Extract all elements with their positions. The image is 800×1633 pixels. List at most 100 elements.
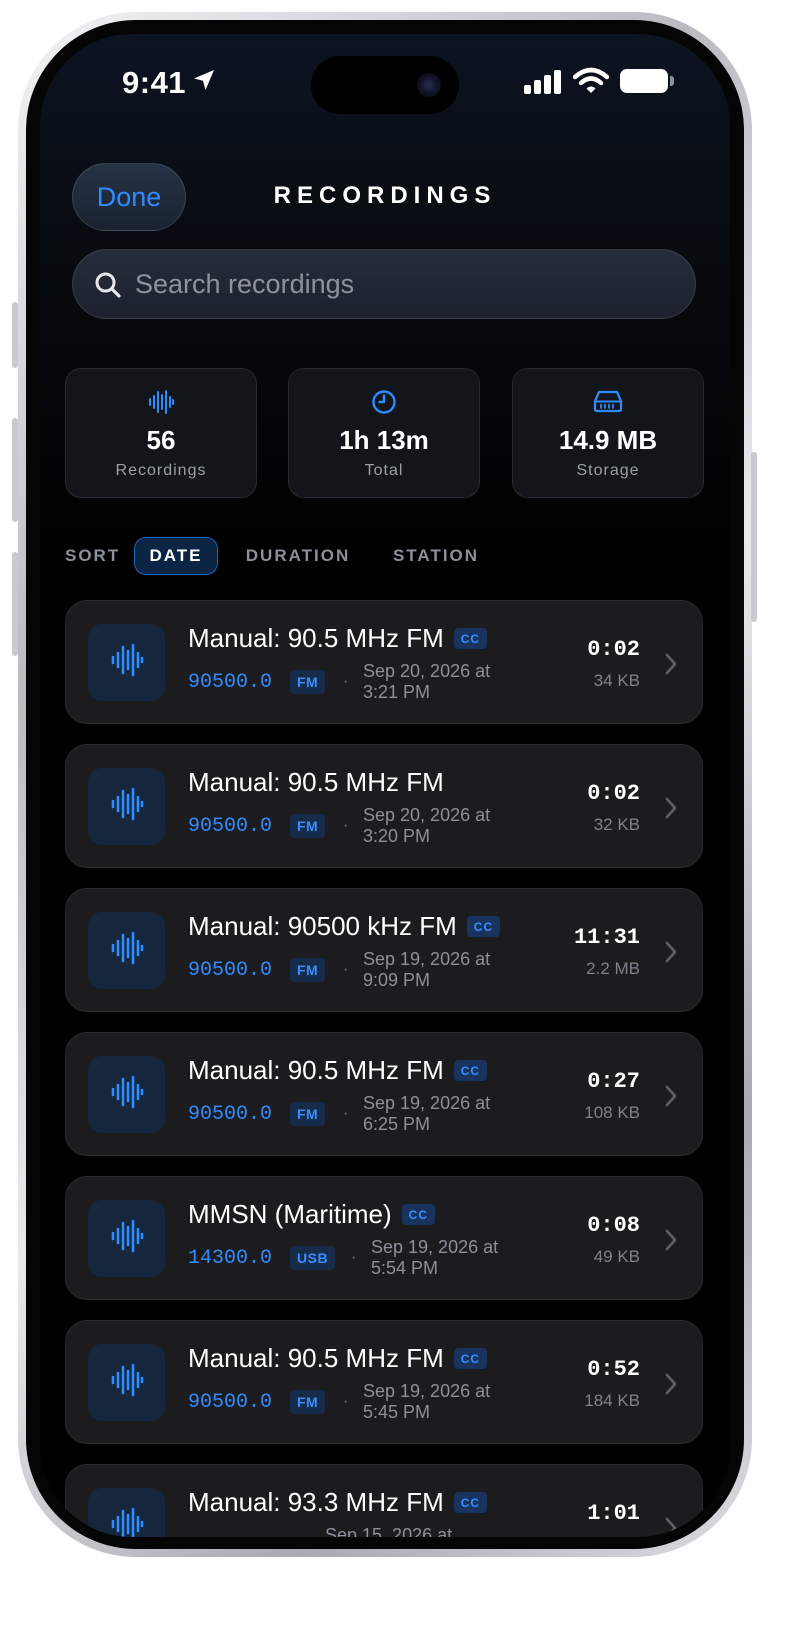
recording-title-line: Manual: 93.3 MHz FM CC bbox=[188, 1487, 488, 1518]
recording-time-line: 5:54 PM bbox=[371, 1258, 439, 1278]
cellular-signal-icon bbox=[524, 70, 561, 94]
sort-tab-date[interactable]: DATE bbox=[134, 537, 218, 575]
search-icon bbox=[95, 272, 121, 298]
recording-date-line: Sep 15, 2026 at bbox=[325, 1525, 453, 1537]
recording-title-line: Manual: 90.5 MHz FM CC bbox=[188, 1343, 488, 1374]
recording-date: Sep 20, 2026 at 3:21 PM bbox=[363, 661, 513, 703]
recording-frequency: 90500.0 bbox=[188, 671, 273, 694]
recording-size: 108 KB bbox=[584, 1103, 640, 1122]
recording-time-line: 3:21 PM bbox=[363, 682, 431, 702]
modulation-badge: FM bbox=[290, 814, 326, 838]
stat-label: Recordings bbox=[115, 462, 207, 479]
recording-row[interactable]: Manual: 93.3 MHz FM CC Sep 15, 2026 at 1:01 bbox=[65, 1464, 703, 1537]
captions-badge: CC bbox=[453, 1348, 488, 1369]
recording-row[interactable]: MMSN (Maritime) CC 14300.0 USB · Sep 19, 2026… bbox=[65, 1176, 703, 1300]
volume-up-button bbox=[12, 418, 18, 522]
recording-date-line: Sep 20, 2026 at bbox=[363, 805, 491, 825]
stat-value: 1h 13m bbox=[339, 425, 429, 455]
recording-title-line: Manual: 90.5 MHz FM CC bbox=[188, 623, 488, 654]
recording-title-line: MMSN (Maritime) CC bbox=[188, 1199, 435, 1230]
recording-thumbnail bbox=[88, 1200, 165, 1277]
stat-value: 14.9 MB bbox=[558, 425, 658, 455]
stat-value: 56 bbox=[146, 425, 176, 455]
stat-label: Storage bbox=[576, 462, 640, 479]
sort-tab-station[interactable]: STATION bbox=[380, 537, 492, 575]
recording-time-line: 3:20 PM bbox=[363, 826, 431, 846]
recording-time-line: 5:45 PM bbox=[363, 1402, 431, 1422]
recording-size: 49 KB bbox=[593, 1247, 640, 1266]
waveform-icon bbox=[66, 389, 256, 415]
location-arrow-icon bbox=[194, 70, 214, 90]
app-screen: 9:41 Done RECORDINGS Search recordings 5… bbox=[40, 34, 730, 1537]
separator-dot: · bbox=[351, 1249, 357, 1266]
recording-row[interactable]: Manual: 90.5 MHz FM CC 90500.0 FM · Sep 19, 2… bbox=[65, 1320, 703, 1444]
power-button bbox=[751, 452, 757, 622]
recording-title-line: Manual: 90500 kHz FM CC bbox=[188, 911, 501, 942]
dynamic-island bbox=[311, 56, 459, 114]
waveform-icon bbox=[110, 1507, 144, 1537]
recording-duration: 0:02 bbox=[587, 637, 640, 662]
recording-row[interactable]: Manual: 90500 kHz FM CC 90500.0 FM · Sep 19, … bbox=[65, 888, 703, 1012]
recording-size: 184 KB bbox=[584, 1391, 640, 1410]
waveform-icon bbox=[110, 643, 144, 682]
recording-date: Sep 19, 2026 at 9:09 PM bbox=[363, 949, 513, 991]
recording-duration: 0:08 bbox=[587, 1213, 640, 1238]
waveform-icon bbox=[110, 1219, 144, 1258]
recording-time-line: 9:09 PM bbox=[363, 970, 431, 990]
status-bar: 9:41 bbox=[40, 34, 730, 124]
recording-size: 32 KB bbox=[593, 815, 640, 834]
chevron-right-icon bbox=[664, 797, 678, 824]
stat-total: 1h 13m Total bbox=[288, 368, 480, 498]
clock-icon bbox=[289, 389, 479, 415]
recording-duration: 0:02 bbox=[587, 781, 640, 806]
drive-icon bbox=[513, 389, 703, 413]
recording-frequency: 90500.0 bbox=[188, 959, 273, 982]
recording-date-line: Sep 20, 2026 at bbox=[363, 661, 491, 681]
recording-date: Sep 19, 2026 at 6:25 PM bbox=[363, 1093, 513, 1135]
chevron-right-icon bbox=[664, 1373, 678, 1400]
search-input[interactable] bbox=[135, 262, 675, 306]
recording-row[interactable]: Manual: 90.5 MHz FM CC 90500.0 FM · Sep 19, 2… bbox=[65, 1032, 703, 1156]
recording-thumbnail bbox=[88, 1056, 165, 1133]
stat-storage: 14.9 MB Storage bbox=[512, 368, 704, 498]
sort-label: SORT bbox=[65, 546, 121, 565]
recording-thumbnail bbox=[88, 1488, 165, 1537]
recording-date-line: Sep 19, 2026 at bbox=[363, 1381, 491, 1401]
recording-name: Manual: 90500 kHz FM bbox=[188, 911, 457, 941]
sort-tab-duration[interactable]: DURATION bbox=[234, 537, 362, 575]
waveform-icon bbox=[110, 787, 144, 826]
recording-frequency: 90500.0 bbox=[188, 815, 273, 838]
recording-row[interactable]: Manual: 90.5 MHz FM CC 90500.0 FM · Sep 20, 2… bbox=[65, 600, 703, 724]
recording-name: Manual: 90.5 MHz FM bbox=[188, 767, 444, 797]
recording-size: 34 KB bbox=[593, 671, 640, 690]
recording-title-line: Manual: 90.5 MHz FM bbox=[188, 767, 444, 798]
recording-thumbnail bbox=[88, 1344, 165, 1421]
modulation-badge: FM bbox=[290, 670, 326, 694]
chevron-right-icon bbox=[664, 1085, 678, 1112]
captions-badge: CC bbox=[466, 916, 501, 937]
modulation-badge: FM bbox=[290, 1390, 326, 1414]
recording-name: Manual: 90.5 MHz FM bbox=[188, 1343, 444, 1373]
search-bar[interactable] bbox=[72, 249, 696, 319]
waveform-icon bbox=[110, 931, 144, 970]
wifi-icon bbox=[573, 67, 609, 93]
captions-badge: CC bbox=[401, 1204, 435, 1225]
recording-frequency: 14300.0 bbox=[188, 1247, 273, 1270]
captions-badge: CC bbox=[453, 628, 488, 649]
recording-date-line: Sep 19, 2026 at bbox=[363, 949, 491, 969]
captions-badge: CC bbox=[453, 1060, 488, 1081]
recording-thumbnail bbox=[88, 912, 165, 989]
recording-duration: 0:27 bbox=[587, 1069, 640, 1094]
separator-dot: · bbox=[343, 817, 349, 834]
captions-badge: CC bbox=[453, 1492, 488, 1513]
battery-icon bbox=[620, 69, 668, 93]
stat-label: Total bbox=[364, 462, 404, 479]
recording-name: Manual: 90.5 MHz FM bbox=[188, 623, 444, 653]
waveform-icon bbox=[110, 1075, 144, 1114]
recording-date: Sep 19, 2026 at 5:54 PM bbox=[371, 1237, 521, 1279]
recording-frequency: 90500.0 bbox=[188, 1391, 273, 1414]
recording-date-line: Sep 19, 2026 at bbox=[363, 1093, 491, 1113]
status-time: 9:41 bbox=[122, 65, 187, 100]
recording-row[interactable]: Manual: 90.5 MHz FM 90500.0 FM · Sep 20, 202… bbox=[65, 744, 703, 868]
waveform-icon bbox=[110, 1363, 144, 1402]
